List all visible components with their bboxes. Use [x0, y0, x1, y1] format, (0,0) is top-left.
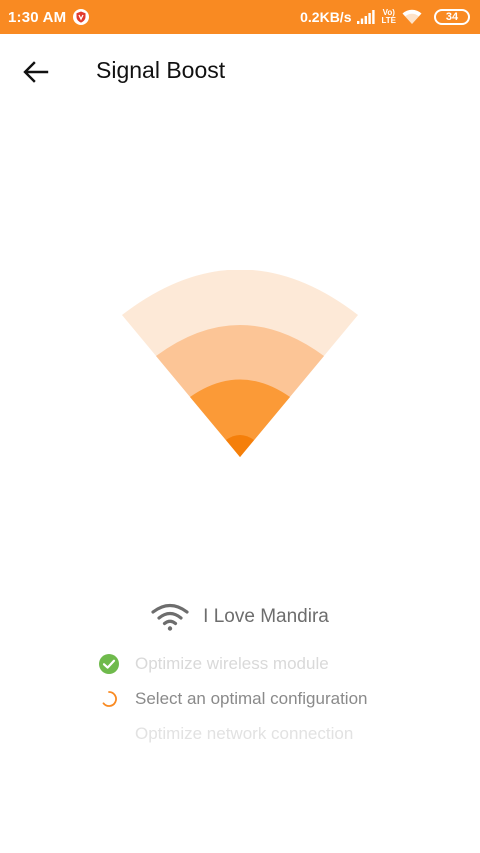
wifi-arc-core: [226, 435, 254, 457]
wifi-icon: [402, 9, 422, 24]
back-button[interactable]: [16, 54, 56, 90]
check-circle-icon: [96, 651, 122, 677]
step-label: Select an optimal configuration: [135, 688, 368, 708]
battery-indicator: 34: [434, 9, 470, 25]
wifi-boost-icon: [122, 270, 358, 457]
arrow-left-icon: [23, 61, 49, 83]
cell-signal-icon: [357, 10, 376, 24]
lte-label: LTE: [381, 16, 396, 25]
step-select-optimal-configuration: Select an optimal configuration: [96, 681, 456, 716]
step-label: Optimize network connection: [135, 723, 354, 743]
shield-app-icon: [73, 9, 90, 25]
spinner-icon: [96, 686, 122, 712]
network-name: I Love Mandira: [203, 606, 329, 627]
status-bar-right: 0.2KB/s Vo) LTE 34: [300, 9, 470, 25]
status-bar-left: 1:30 AM: [8, 8, 90, 26]
lte-indicator: Vo) LTE: [381, 9, 396, 25]
network-speed: 0.2KB/s: [300, 9, 352, 25]
step-optimize-wireless-module: Optimize wireless module: [96, 646, 456, 681]
page-title: Signal Boost: [96, 57, 226, 83]
step-placeholder-icon: [96, 721, 122, 747]
step-optimize-network-connection: Optimize network connection: [96, 716, 456, 751]
network-info: I Love Mandira: [0, 603, 480, 631]
status-bar: 1:30 AM 0.2KB/s Vo) LTE 34: [0, 0, 480, 34]
boost-steps: Optimize wireless module Select an optim…: [96, 646, 456, 751]
status-time: 1:30 AM: [8, 8, 67, 26]
step-label: Optimize wireless module: [135, 653, 329, 673]
battery-level: 34: [445, 11, 459, 23]
wifi-icon: [151, 603, 189, 631]
app-bar: Signal Boost: [0, 34, 480, 110]
